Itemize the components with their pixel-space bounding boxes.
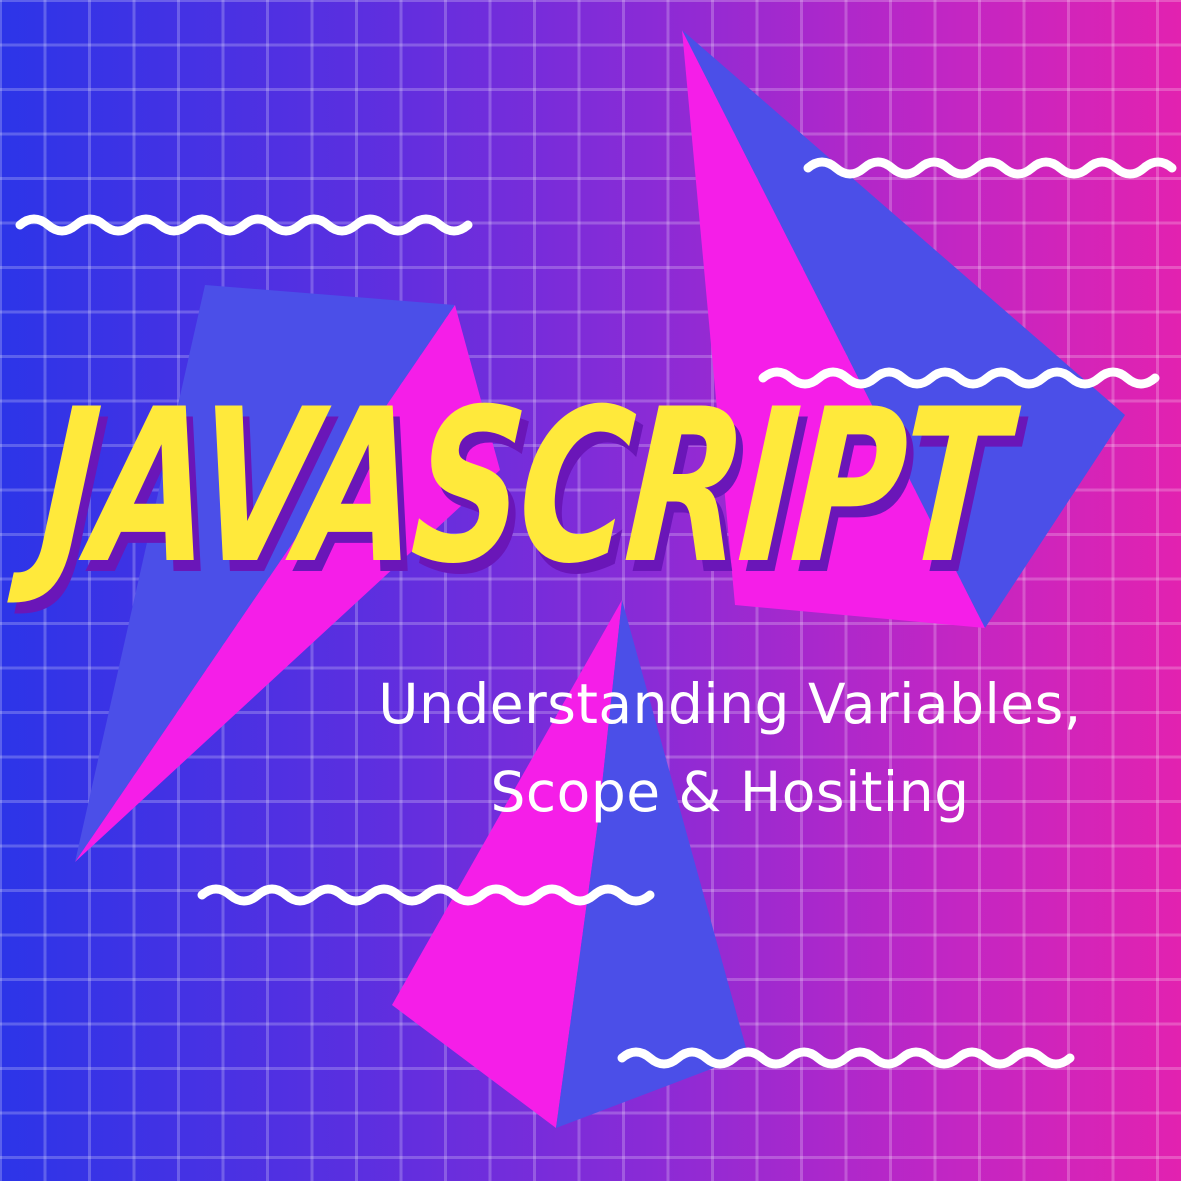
poster-canvas: JAVASCRIPT Understanding Variables, Scop… (0, 0, 1181, 1181)
subtitle-line-1: Understanding Variables, (378, 672, 1082, 736)
subtitle-line-2: Scope & Hositing (490, 760, 970, 824)
title-container: JAVASCRIPT (32, 363, 1050, 610)
subtitle: Understanding Variables, Scope & Hositin… (300, 660, 1160, 836)
squiggle-top-right (803, 157, 1177, 179)
squiggle-top-left (15, 214, 473, 236)
main-title: JAVASCRIPT (31, 363, 1011, 610)
